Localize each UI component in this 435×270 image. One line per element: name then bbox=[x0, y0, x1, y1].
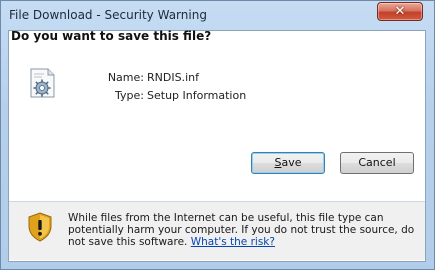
warning-message: While files from the Internet can be use… bbox=[68, 212, 424, 248]
window-title: File Download - Security Warning bbox=[9, 8, 207, 22]
security-shield-warning-icon bbox=[28, 212, 52, 242]
close-icon: ✕ bbox=[394, 4, 406, 19]
close-button[interactable]: ✕ bbox=[377, 2, 423, 21]
whats-the-risk-link[interactable]: What's the risk? bbox=[191, 236, 275, 248]
file-download-window: File Download - Security Warning ✕ Do yo… bbox=[0, 0, 435, 270]
title-bar[interactable]: File Download - Security Warning ✕ bbox=[1, 1, 434, 29]
